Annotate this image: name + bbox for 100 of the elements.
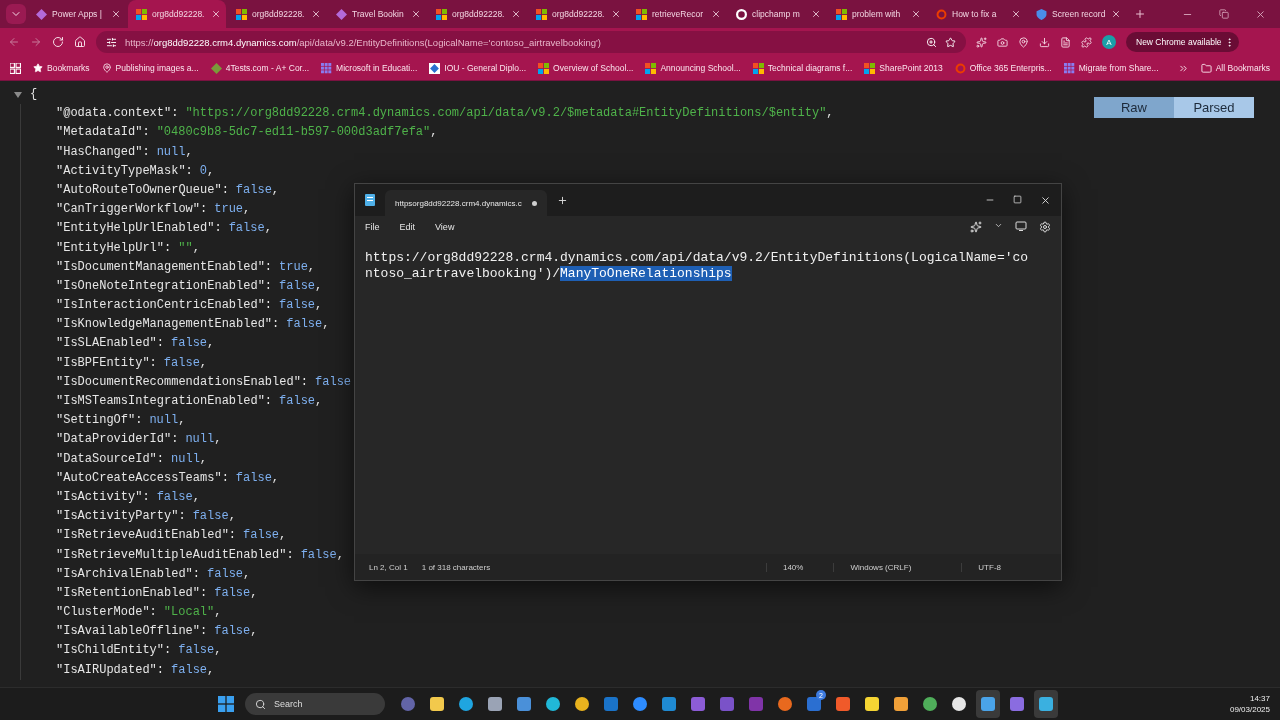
app-icon[interactable]: [893, 696, 909, 712]
browser-tab[interactable]: problem with: [828, 0, 926, 28]
copilot-icon[interactable]: [970, 221, 982, 233]
browser-tab[interactable]: Screen record: [1028, 0, 1126, 28]
comma: ,: [315, 393, 323, 410]
close-icon[interactable]: [111, 9, 121, 19]
json-key: "IsDocumentManagementEnabled":: [56, 257, 273, 277]
json-key: "IsSLAEnabled":: [56, 334, 165, 354]
bookmark-item[interactable]: Technical diagrams f...: [752, 62, 853, 74]
json-value: null: [171, 450, 200, 468]
bookmark-item[interactable]: Microsoft in Educati...: [321, 62, 418, 74]
comma: ,: [430, 124, 438, 142]
windows-start-icon[interactable]: [218, 696, 234, 712]
close-icon[interactable]: [411, 9, 421, 19]
json-value: false: [286, 316, 323, 334]
document-tab[interactable]: httpsorg8dd92228.crm4.dynamics.c: [385, 190, 547, 216]
json-value: false: [235, 469, 272, 487]
bookmark-item[interactable]: Office 365 Enterpris...: [954, 62, 1052, 74]
browser-tab[interactable]: org8dd92228.: [228, 0, 326, 28]
collapse-triangle-icon[interactable]: [14, 91, 22, 99]
app-icon[interactable]: [545, 696, 561, 712]
bookmark-item[interactable]: Overview of School...: [538, 62, 634, 74]
apps-grid-icon[interactable]: [10, 62, 21, 74]
app-icon[interactable]: [951, 696, 967, 712]
app-icon[interactable]: [922, 696, 938, 712]
caret-icon[interactable]: [994, 221, 1003, 230]
ring-icon: [954, 62, 966, 74]
bookmark-item[interactable]: Publishing images a...: [101, 63, 199, 73]
close-icon[interactable]: [1040, 194, 1051, 206]
close-icon[interactable]: [1111, 9, 1121, 19]
comma: ,: [178, 412, 186, 430]
comma: ,: [271, 469, 280, 487]
search-field[interactable]: Search: [245, 693, 385, 715]
bookmark-item[interactable]: IOU - General Diplo...: [429, 62, 527, 74]
zoom-icon[interactable]: [926, 36, 937, 48]
json-value: false: [163, 354, 200, 372]
camera-icon[interactable]: [997, 36, 1008, 48]
site-info-icon[interactable]: [106, 36, 117, 48]
bookmark-item[interactable]: Bookmarks: [33, 63, 90, 73]
menu-item[interactable]: Edit: [399, 222, 416, 232]
json-key: "EntityHelpUrlEnabled":: [56, 219, 222, 239]
update-button[interactable]: New Chrome available: [1126, 32, 1239, 52]
bookmark-item[interactable]: SharePoint 2013: [864, 62, 943, 74]
extensions-icon[interactable]: [1081, 36, 1092, 48]
menu-item[interactable]: File: [365, 222, 380, 232]
browser-tab[interactable]: clipchamp m: [728, 0, 826, 28]
json-key: "DataSourceId":: [56, 449, 165, 469]
browser-tab[interactable]: org8dd92228.: [528, 0, 626, 28]
comma: ,: [271, 181, 280, 199]
menu-item[interactable]: View: [435, 222, 455, 232]
browser-tab[interactable]: How to fix a: [928, 0, 1026, 28]
new-tab-icon[interactable]: [556, 194, 568, 206]
browser-tab[interactable]: Travel Bookin: [328, 0, 426, 28]
bookmark-item[interactable]: 4Tests.com - A+ Cor...: [210, 62, 310, 74]
tab-list-button[interactable]: [6, 4, 26, 24]
monitor-icon[interactable]: [1015, 221, 1027, 232]
diamond-icon: [429, 62, 441, 74]
comma: ,: [307, 258, 316, 276]
view-mode-tab[interactable]: Parsed: [1174, 97, 1254, 118]
close-icon[interactable]: [511, 9, 521, 19]
app-icon[interactable]: [458, 696, 474, 712]
zoom-level: 140%: [765, 562, 834, 572]
close-icon[interactable]: [811, 9, 821, 19]
address-bar[interactable]: https://org8dd92228.crm4.dynamics.com/api/data/v9.2/EntityDefinitions(LogicalName='contoso_airtravelbooking'): [96, 31, 966, 53]
four-squares-icon: [236, 8, 247, 20]
close-icon[interactable]: [1011, 9, 1021, 19]
clock[interactable]: 14:37 09/03/2025: [1229, 693, 1270, 715]
browser-tab[interactable]: Power Apps |: [28, 0, 126, 28]
home-icon[interactable]: [74, 36, 86, 48]
download-icon[interactable]: [1039, 36, 1050, 48]
browser-tab[interactable]: org8dd92228.: [428, 0, 526, 28]
close-icon[interactable]: [911, 9, 921, 19]
comma: ,: [214, 604, 222, 622]
json-key: "IsAIRUpdated":: [56, 660, 165, 680]
json-key: "SettingOf":: [56, 411, 143, 431]
close-icon[interactable]: [1255, 8, 1266, 20]
app-icon[interactable]: [487, 696, 503, 712]
star-icon[interactable]: [945, 36, 956, 48]
diamond-icon: [336, 8, 347, 20]
app-icon[interactable]: [429, 696, 445, 712]
json-value: true: [214, 201, 244, 219]
reload-icon[interactable]: [52, 36, 64, 48]
json-value: 0: [199, 162, 208, 180]
browser-tab[interactable]: retrieveRecor: [628, 0, 726, 28]
search-icon: [255, 698, 266, 710]
comma: ,: [336, 546, 344, 564]
json-value: "0480c9b8-5dc7-ed11-b597-000d3adf7efa": [156, 124, 431, 142]
restore-icon[interactable]: [1219, 8, 1229, 19]
close-icon[interactable]: [611, 9, 621, 19]
bookmark-item[interactable]: Migrate from Share...: [1063, 62, 1159, 74]
app-icon[interactable]: [574, 696, 590, 712]
close-icon[interactable]: [711, 9, 721, 19]
view-mode-tab[interactable]: Raw: [1094, 97, 1174, 118]
settings-icon[interactable]: [1039, 221, 1051, 233]
close-icon[interactable]: [311, 9, 321, 19]
maximize-icon[interactable]: [1013, 194, 1022, 204]
bookmark-item[interactable]: Announcing School...: [645, 62, 741, 74]
all-bookmarks-item[interactable]: All Bookmarks: [1200, 62, 1270, 74]
app-icon[interactable]: [864, 696, 880, 712]
browser-tab[interactable]: org8dd92228.: [128, 0, 226, 28]
